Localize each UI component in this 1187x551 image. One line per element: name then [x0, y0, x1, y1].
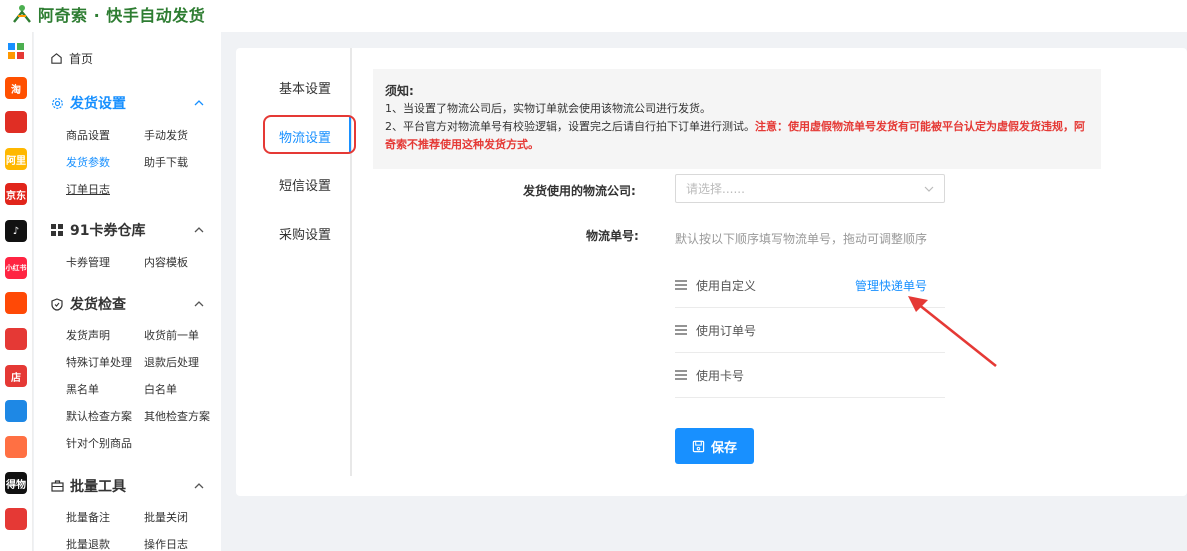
save-button[interactable]: 保存 — [675, 428, 754, 464]
tracking-number-hint: 默认按以下顺序填写物流单号，拖动可调整顺序 — [675, 232, 928, 246]
app-icon-label: 淘 — [11, 84, 21, 96]
chevron-up-icon[interactable] — [192, 297, 206, 311]
settings-card: 基本设置 物流设置 短信设置 采购设置 须知: 1、当设置了物流公司后，实物订单… — [236, 48, 1187, 496]
app-logo[interactable]: 阿奇索 · 快手自动发货 — [10, 2, 205, 26]
sortable-option-custom[interactable]: 使用自定义 管理快递单号 — [675, 263, 945, 308]
drag-handle-icon[interactable] — [675, 325, 687, 335]
red-shield-app-icon[interactable] — [5, 508, 27, 530]
yellow-app-icon[interactable]: 阿里 — [5, 148, 27, 170]
tab-purchase-settings[interactable]: 采购设置 — [279, 224, 331, 243]
sidebar-item-content-template[interactable]: 内容模板 — [144, 254, 188, 270]
top-bar: 阿奇索 · 快手自动发货 — [0, 0, 1187, 32]
sidebar-item-special-orders[interactable]: 特殊订单处理 — [66, 354, 132, 370]
drag-handle-icon[interactable] — [675, 280, 687, 290]
sidebar-group-title: 批量工具 — [70, 479, 126, 495]
sidebar-item-batch-refund[interactable]: 批量退款 — [66, 536, 110, 551]
douyin-app-icon[interactable]: ♪ — [5, 220, 27, 242]
app-icon-label: 阿里 — [6, 155, 26, 167]
chevron-up-icon[interactable] — [192, 223, 206, 237]
sidebar-item-delivery-params[interactable]: 发货参数 — [66, 154, 110, 170]
sidebar-item-blacklist[interactable]: 黑名单 — [66, 381, 99, 397]
sidebar-item-batch-close[interactable]: 批量关闭 — [144, 509, 188, 525]
notice-line-1: 1、当设置了物流公司后，实物订单就会使用该物流公司进行发货。 — [385, 102, 711, 115]
tmall-app-icon[interactable] — [5, 111, 27, 133]
shield-icon — [50, 297, 64, 311]
orange-app-icon[interactable] — [5, 436, 27, 458]
thumb-app-icon[interactable] — [5, 328, 27, 350]
notice-line-2: 2、平台官方对物流单号有校验逻辑，设置完之后请自行拍下订单进行测试。注意：使用虚… — [385, 118, 1089, 154]
sortable-option-order-number[interactable]: 使用订单号 — [675, 308, 945, 353]
sidebar-item-before-receipt[interactable]: 收货前一单 — [144, 327, 199, 343]
gear-icon — [50, 96, 64, 110]
sidebar-group-delivery-check[interactable]: 发货检查 — [50, 294, 206, 314]
app-title: 阿奇索 · 快手自动发货 — [38, 6, 206, 25]
notice-title: 须知: — [385, 84, 414, 98]
sidebar-item-manual-delivery[interactable]: 手动发货 — [144, 127, 188, 143]
option-label: 使用卡号 — [696, 368, 745, 383]
app-icon-label: 店 — [11, 372, 21, 384]
sidebar-group-card-warehouse[interactable]: 91卡券仓库 — [50, 220, 206, 240]
tracking-number-label: 物流单号: — [586, 229, 639, 243]
save-icon — [692, 440, 705, 452]
jd-app-icon[interactable]: 京东 — [5, 183, 27, 205]
chevron-up-icon[interactable] — [192, 479, 206, 493]
store-app-icon[interactable]: 店 — [5, 365, 27, 387]
app-icon-label: ♪ — [12, 225, 20, 237]
sidebar-item-assistant-download[interactable]: 助手下载 — [144, 154, 188, 170]
app-icon-label: 京东 — [6, 190, 26, 202]
chevron-down-icon — [924, 186, 934, 192]
sidebar-item-delivery-statement[interactable]: 发货声明 — [66, 327, 110, 343]
sidebar-item-operation-log[interactable]: 操作日志 — [144, 536, 188, 551]
notice-line-2-text: 2、平台官方对物流单号有校验逻辑，设置完之后请自行拍下订单进行测试。 — [385, 120, 755, 133]
select-placeholder: 请选择...... — [686, 182, 745, 196]
grid-app-icon[interactable] — [5, 40, 27, 62]
logistics-company-label: 发货使用的物流公司: — [523, 184, 636, 198]
app-icon-label: 得物 — [6, 479, 26, 491]
sidebar: 首页 发货设置 商品设置 手动发货 发货参数 助手下载 订单日志 91卡券仓库 … — [34, 32, 221, 551]
link-app-icon[interactable] — [5, 400, 27, 422]
sidebar-item-default-check[interactable]: 默认检查方案 — [66, 408, 132, 424]
grid-icon — [50, 223, 64, 237]
sidebar-item-whitelist[interactable]: 白名单 — [144, 381, 177, 397]
drag-handle-icon[interactable] — [675, 370, 687, 380]
sidebar-group-title: 91卡券仓库 — [70, 223, 146, 239]
chevron-up-icon[interactable] — [192, 96, 206, 110]
manage-tracking-numbers-link[interactable]: 管理快递单号 — [855, 277, 927, 294]
app-switcher-strip: 淘阿里京东 ♪ 小红书店得物 — [0, 32, 33, 551]
sidebar-group-title: 发货设置 — [70, 96, 126, 112]
settings-tabs: 基本设置 物流设置 短信设置 采购设置 — [236, 48, 356, 476]
notice-box: 须知: 1、当设置了物流公司后，实物订单就会使用该物流公司进行发货。 2、平台官… — [373, 69, 1101, 169]
logistics-company-select[interactable]: 请选择...... — [675, 174, 945, 203]
sidebar-item-order-log[interactable]: 订单日志 — [66, 181, 110, 197]
sidebar-item-product-settings[interactable]: 商品设置 — [66, 127, 110, 143]
sidebar-item-home[interactable]: 首页 — [50, 50, 93, 67]
sidebar-item-card-management[interactable]: 卡券管理 — [66, 254, 110, 270]
tab-sms-settings[interactable]: 短信设置 — [279, 175, 331, 194]
sidebar-group-delivery-settings[interactable]: 发货设置 — [50, 93, 206, 113]
option-label: 使用自定义 — [696, 278, 757, 293]
xiaohongshu-app-icon[interactable]: 小红书 — [5, 257, 27, 279]
sidebar-item-other-check[interactable]: 其他检查方案 — [144, 408, 210, 424]
tab-basic-settings[interactable]: 基本设置 — [279, 78, 331, 97]
toolbox-icon — [50, 479, 64, 493]
sidebar-item-batch-notes[interactable]: 批量备注 — [66, 509, 110, 525]
annotation-highlight-box — [263, 115, 356, 154]
sidebar-group-batch-tools[interactable]: 批量工具 — [50, 476, 206, 496]
black-app-icon[interactable]: 得物 — [5, 472, 27, 494]
taobao-app-icon[interactable]: 淘 — [5, 77, 27, 99]
save-button-label: 保存 — [710, 440, 737, 456]
home-icon — [51, 53, 62, 64]
sidebar-item-label: 首页 — [69, 52, 94, 66]
sidebar-item-specific-products[interactable]: 针对个别商品 — [66, 435, 132, 451]
option-label: 使用订单号 — [696, 323, 757, 338]
sidebar-item-after-refund[interactable]: 退款后处理 — [144, 354, 199, 370]
sortable-option-card-number[interactable]: 使用卡号 — [675, 353, 945, 398]
logo-icon — [13, 5, 31, 23]
kuaishou-app-icon[interactable] — [5, 292, 27, 314]
app-icon-label: 小红书 — [5, 264, 27, 272]
sidebar-group-title: 发货检查 — [70, 297, 126, 313]
